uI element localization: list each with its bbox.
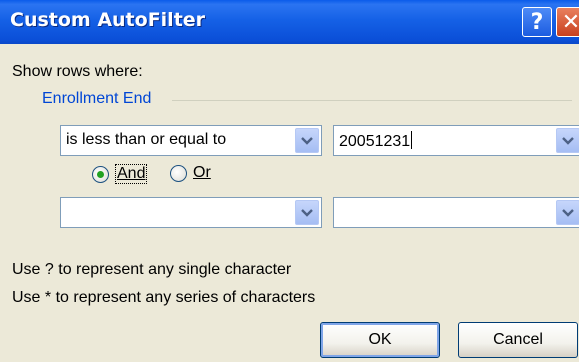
or-radio-label: Or [193, 164, 211, 181]
close-button[interactable]: ✕ [556, 7, 579, 37]
window-title: Custom AutoFilter [10, 9, 206, 31]
and-radio[interactable]: And [92, 164, 148, 184]
value1-text: 20051231 [339, 133, 411, 150]
cancel-button[interactable]: Cancel [458, 322, 578, 358]
operator1-select[interactable]: is less than or equal to [60, 125, 322, 156]
help-button[interactable]: ? [522, 7, 552, 37]
title-bar: Custom AutoFilter ? ✕ [0, 0, 579, 44]
value1-combo[interactable]: 20051231 [333, 125, 579, 156]
or-radio[interactable]: Or [170, 164, 211, 182]
close-icon: ✕ [561, 9, 579, 35]
text-cursor [411, 131, 413, 149]
field-group-label: Enrollment End [42, 90, 152, 107]
operator1-dropdown-button[interactable] [295, 128, 319, 153]
chevron-down-icon [301, 136, 313, 145]
or-radio-indicator [170, 164, 187, 182]
ok-button[interactable]: OK [320, 322, 440, 358]
group-divider [172, 100, 572, 101]
chevron-down-icon [301, 208, 313, 217]
and-radio-indicator [92, 165, 109, 183]
operator2-dropdown-button[interactable] [295, 200, 319, 225]
value2-combo[interactable] [333, 197, 579, 228]
help-icon: ? [530, 9, 544, 35]
chevron-down-icon [562, 136, 574, 145]
chevron-down-icon [562, 208, 574, 217]
operator1-value: is less than or equal to [66, 131, 227, 148]
value2-dropdown-button[interactable] [556, 200, 579, 225]
value1-dropdown-button[interactable] [556, 128, 579, 153]
and-radio-label: And [115, 164, 148, 184]
show-rows-label: Show rows where: [12, 63, 143, 80]
hint-single-char: Use ? to represent any single character [12, 261, 292, 278]
operator2-select[interactable] [60, 197, 322, 228]
hint-series-chars: Use * to represent any series of charact… [12, 289, 316, 306]
